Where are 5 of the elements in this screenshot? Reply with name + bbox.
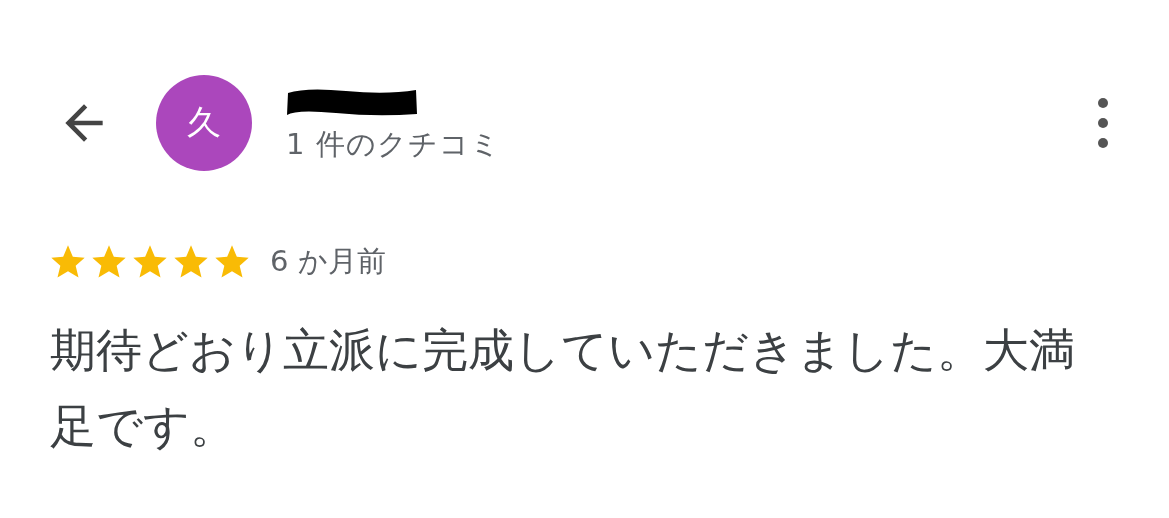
review-time: 6 か月前	[270, 243, 386, 280]
avatar: 久	[156, 75, 252, 171]
more-options-icon[interactable]	[1097, 97, 1109, 149]
review-count: 1 件のクチコミ	[286, 126, 501, 163]
review-text: 期待どおり立派に完成していただきました。大満足です。	[50, 322, 1076, 455]
